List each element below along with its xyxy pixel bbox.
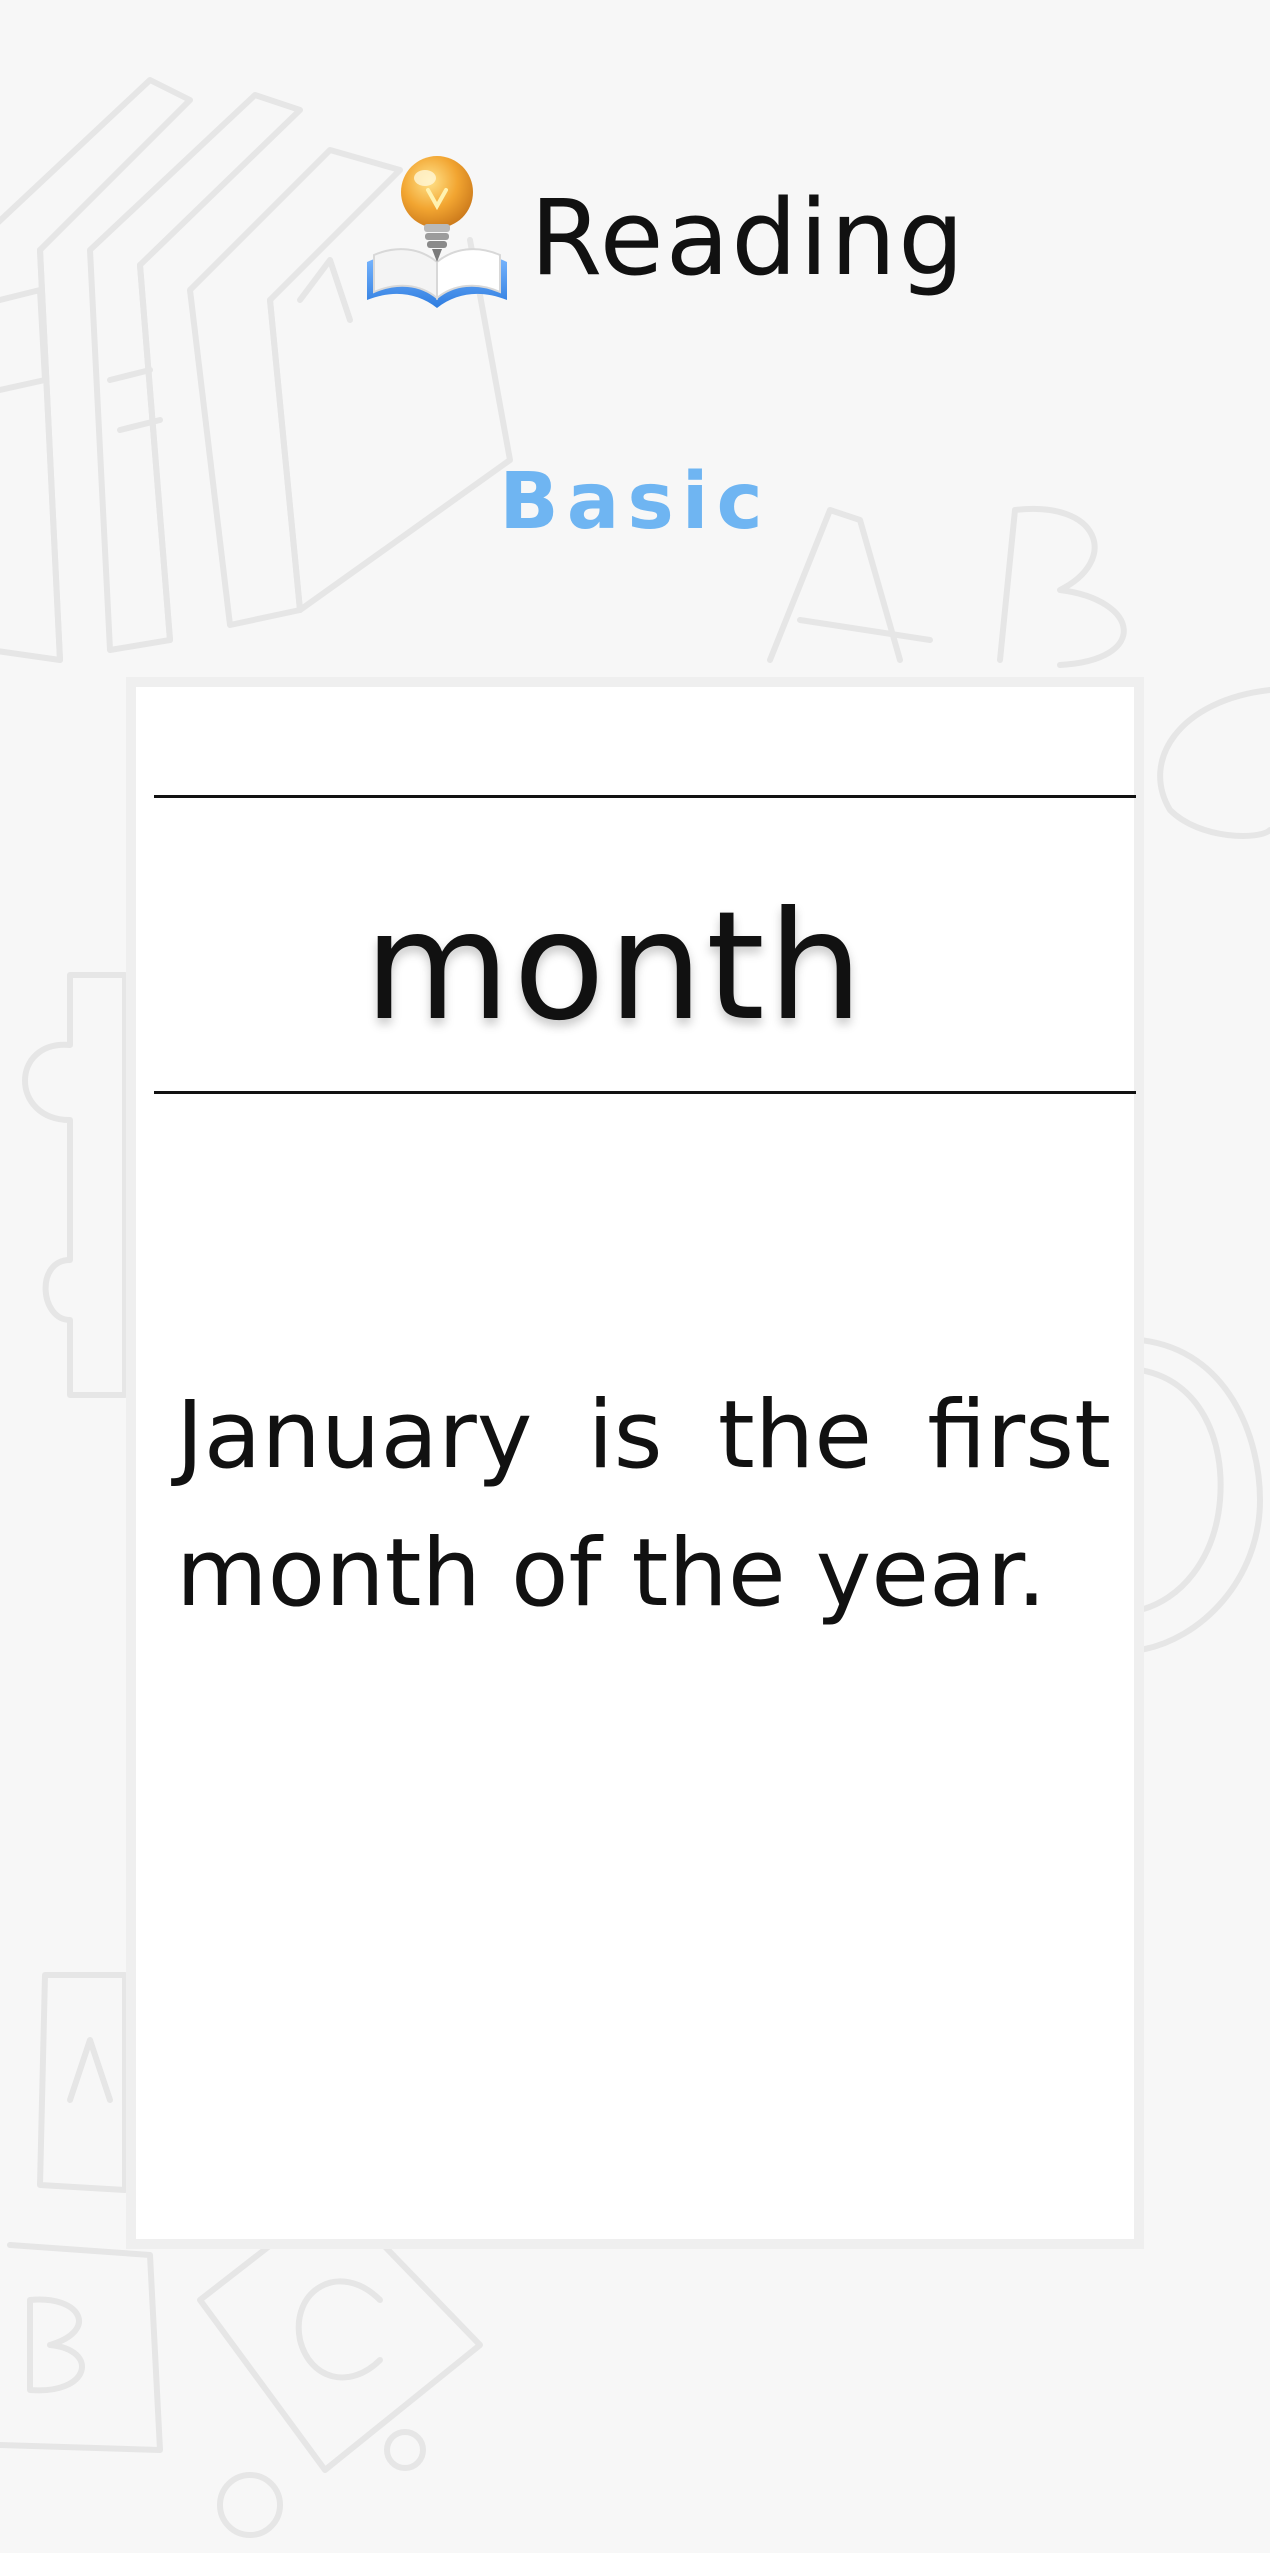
puzzle-sketch-icon xyxy=(22,972,128,1398)
card-rule-top xyxy=(154,795,1136,798)
flash-card: month January is the first month of the … xyxy=(126,677,1144,2249)
card-rule-bottom xyxy=(154,1091,1136,1094)
vocabulary-word: month xyxy=(364,880,866,1054)
app-header: Reading xyxy=(0,150,1270,320)
level-label: Basic xyxy=(499,457,771,547)
mug-sketch-icon xyxy=(1137,1337,1263,1653)
example-sentence: January is the first month of the year. xyxy=(176,1381,1111,1628)
book-lightbulb-icon xyxy=(367,156,507,308)
app-title: Reading xyxy=(530,177,967,299)
